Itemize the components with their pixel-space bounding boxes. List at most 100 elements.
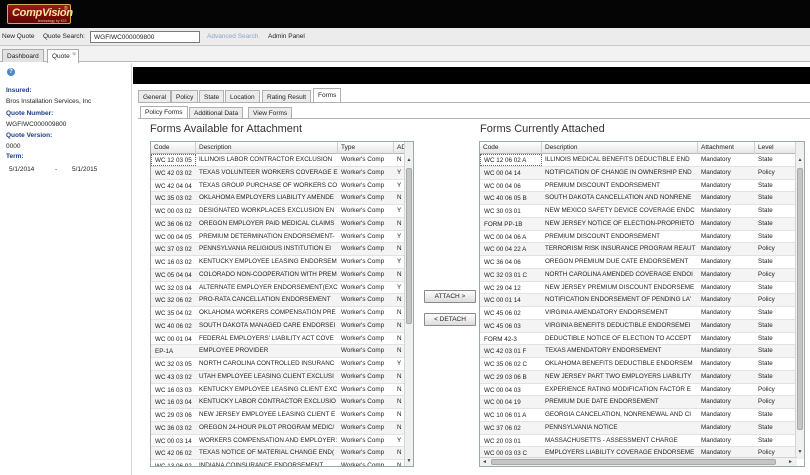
quote-search-input[interactable]	[90, 31, 200, 43]
table-row[interactable]: WC 37 06 02 PENNSYLVANIA NOTICE Mandatory S…	[480, 421, 797, 435]
cell-description: COLORADO NON-COOPERATION WITH PREM	[199, 270, 337, 278]
quote-number-value: WGFIWC000009800	[6, 121, 67, 128]
tab-forms[interactable]: Forms	[313, 88, 342, 102]
scroll-down-icon[interactable]: ▼	[405, 457, 413, 466]
scroll-up-icon[interactable]: ▲	[405, 156, 413, 165]
table-row[interactable]: WC 36 06 02 OREGON EMPLOYER PAID MEDICAL …	[151, 217, 406, 231]
quote-version-value: 0000	[6, 143, 21, 150]
cell-type: Worker's Comp	[341, 347, 385, 355]
column-header-description[interactable]: Description	[542, 142, 698, 154]
table-row[interactable]: WC 32 03 05 NORTH CAROLINA CONTROLLED INS…	[151, 358, 406, 371]
scroll-left-icon[interactable]: ◄	[480, 458, 489, 466]
scroll-up-icon[interactable]: ▲	[796, 156, 804, 165]
cell-description: WORKERS COMPENSATION AND EMPLOYER:	[199, 436, 338, 444]
table-row[interactable]: WC 40 06 02 SOUTH DAKOTA MANAGED CARE END…	[151, 319, 406, 333]
cell-level: State	[758, 436, 773, 444]
cell-description: DESIGNATED WORKPLACES EXCLUSION EN	[199, 207, 335, 214]
detach-button[interactable]: < DETACH	[424, 313, 476, 326]
cell-code: WC 29 03 06	[155, 412, 192, 419]
scroll-thumb[interactable]	[406, 168, 412, 324]
cell-code: WC 16 03 04	[155, 399, 192, 407]
help-icon[interactable]: ?	[7, 68, 15, 76]
attached-grid-body: WC 12 06 02 A ILLINOIS MEDICAL BENEFITS D…	[480, 154, 797, 460]
table-row[interactable]: WC 12 06 02 A ILLINOIS MEDICAL BENEFITS D…	[480, 154, 797, 167]
column-header-code[interactable]: Code	[151, 142, 196, 154]
scroll-down-icon[interactable]: ▼	[796, 448, 804, 457]
table-row[interactable]: WC 42 04 04 TEXAS GROUP PURCHASE OF WORKE…	[151, 180, 406, 193]
table-row[interactable]: WC 32 03 01 C NORTH CAROLINA AMENDED COVE…	[480, 268, 797, 282]
available-grid-scrollbar[interactable]: ▲ ▼	[404, 142, 413, 466]
table-row[interactable]: WC 00 04 19 PREMIUM DUE DATE ENDORSEMENT M…	[480, 396, 797, 409]
column-header-code[interactable]: Code	[480, 142, 542, 154]
table-row[interactable]: WC 40 06 05 B SOUTH DAKOTA CANCELLATION A…	[480, 192, 797, 205]
column-header-type[interactable]: Type	[338, 142, 394, 154]
table-row[interactable]: WC 36 04 06 OREGON PREMIUM DUE CATE ENDOR…	[480, 256, 797, 269]
table-row[interactable]: WC 45 06 03 VIRGINIA BENEFITS DEDUCTIBLE …	[480, 319, 797, 333]
new-quote-link[interactable]: New Quote	[2, 33, 35, 40]
cell-code: WC 20 03 01	[484, 437, 521, 445]
table-row[interactable]: EP-1A EMPLOYEE PROVIDER Worker's Comp N	[151, 345, 406, 358]
table-row[interactable]: WC 13 06 02 INDIANA COINSURANCE ENDORSEME…	[151, 460, 406, 467]
cell-code: WC 00 03 02	[155, 208, 192, 215]
table-row[interactable]: WC 42 03 01 F TEXAS AMENDATORY ENDORSEMEN…	[480, 345, 797, 358]
attached-grid-scrollbar[interactable]: ▲ ▼	[795, 142, 804, 459]
cell-code: WC 10 06 01 A	[484, 412, 527, 419]
table-row[interactable]: WC 35 03 02 OKLAHOMA EMPLOYERS LIABILITY …	[151, 192, 406, 205]
cell-code: WC 32 06 02	[155, 297, 192, 305]
table-row[interactable]: WC 00 01 04 FEDERAL EMPLOYERS' LIABILITY …	[151, 333, 406, 346]
table-row[interactable]: WC 42 06 02 TEXAS NOTICE OF MATERIAL CHAN…	[151, 447, 406, 460]
table-row[interactable]: WC 37 03 02 PENNSYLVANIA RELIGIOUS INSTIT…	[151, 243, 406, 256]
cell-description: ILLINOIS LABOR CONTRACTOR EXCLUSION	[199, 156, 333, 163]
table-row[interactable]: WC 00 04 03 EXPERIENCE RATING MODIFICATIO…	[480, 384, 797, 397]
cell-level: State	[758, 411, 773, 418]
column-header-attachment[interactable]: Attachment	[698, 142, 755, 154]
table-row[interactable]: WC 16 03 04 KENTUCKY LABOR CONTRACTOR EXC…	[151, 396, 406, 409]
table-row[interactable]: WC 05 04 04 COLORADO NON-COOPERATION WITH…	[151, 268, 406, 282]
scroll-right-icon[interactable]: ►	[786, 458, 795, 466]
table-row[interactable]: WC 32 06 02 PRO-RATA CANCELLATION ENDORSE…	[151, 294, 406, 307]
table-row[interactable]: WC 42 03 02 TEXAS VOLUNTEER WORKERS COVER…	[151, 166, 406, 180]
table-row[interactable]: WC 29 03 06 NEW JERSEY EMPLOYEE LEASING C…	[151, 409, 406, 422]
table-row[interactable]: WC 00 04 22 A TERRORISM RISK INSURANCE PR…	[480, 243, 797, 256]
table-row[interactable]: WC 29 04 12 NEW JERSEY PREMIUM DISCOUNT E…	[480, 282, 797, 295]
table-row[interactable]: WC 00 04 06 A PREMIUM DISCOUNT ENDORSEMEN…	[480, 231, 797, 244]
table-row[interactable]: WC 12 03 05 ILLINOIS LABOR CONTRACTOR EXC…	[151, 154, 406, 167]
cell-description: INDIANA COINSURANCE ENDORSEMENT	[199, 462, 324, 467]
hscroll-thumb[interactable]	[491, 459, 776, 465]
attached-grid-hscrollbar[interactable]: ◄ ►	[480, 457, 797, 466]
tab-quote[interactable]: Quote ⊗	[47, 49, 79, 63]
table-row[interactable]: WC 29 03 06 B NEW JERSEY PART TWO EMPLOYE…	[480, 370, 797, 384]
advanced-search-link[interactable]: Advanced Search	[207, 33, 258, 40]
table-row[interactable]: WC 00 03 02 DESIGNATED WORKPLACES EXCLUSI…	[151, 205, 406, 218]
tab-dashboard[interactable]: Dashboard	[2, 49, 44, 62]
scroll-thumb[interactable]	[797, 168, 803, 430]
table-row[interactable]: WC 00 04 05 PREMIUM DETERMINATION ENDORSE…	[151, 231, 406, 244]
table-row[interactable]: WC 00 04 06 PREMIUM DISCOUNT ENDORSEMENT M…	[480, 180, 797, 193]
table-row[interactable]: WC 10 06 01 A GEORGIA CANCELATION, NONREN…	[480, 409, 797, 422]
table-row[interactable]: WC 16 03 02 KENTUCKY EMPLOYEE LEASING END…	[151, 256, 406, 269]
table-row[interactable]: WC 32 03 04 ALTERNATE EMPLOYER ENDORSEMEN…	[151, 282, 406, 295]
table-row[interactable]: WC 35 06 02 C OKLAHOMA BENEFITS DEDUCTIBL…	[480, 358, 797, 371]
cell-code: WC 43 03 02	[155, 373, 192, 381]
table-row[interactable]: WC 00 04 14 NOTIFICATION OF CHANGE IN OWN…	[480, 166, 797, 180]
cell-level: State	[758, 181, 773, 189]
table-row[interactable]: FORM 42-3 DEDUCTIBLE NOTICE OF ELECTION T…	[480, 333, 797, 346]
attach-button[interactable]: ATTACH >	[424, 290, 476, 303]
close-tab-icon[interactable]: ⊗	[72, 51, 76, 57]
table-row[interactable]: WC 30 03 01 NEW MEXICO SAFETY DEVICE COVE…	[480, 205, 797, 218]
table-row[interactable]: WC 20 03 01 MASSACHUSETTS - ASSESSMENT CH…	[480, 435, 797, 448]
cell-code: WC 00 04 22 A	[484, 246, 527, 254]
table-row[interactable]: WC 00 03 14 WORKERS COMPENSATION AND EMPL…	[151, 435, 406, 448]
quote-version-label: Quote Version:	[6, 132, 53, 139]
column-header-level[interactable]: Level	[755, 142, 797, 154]
column-header-description[interactable]: Description	[196, 142, 338, 154]
table-row[interactable]: WC 16 03 03 KENTUCKY EMPLOYEE LEASING CLI…	[151, 384, 406, 397]
table-row[interactable]: WC 36 03 02 OREGON 24-HOUR PILOT PROGRAM …	[151, 421, 406, 435]
table-row[interactable]: WC 35 04 02 OKLAHOMA WORKERS COMPENSATION…	[151, 307, 406, 320]
table-row[interactable]: WC 45 06 02 VIRGINIA AMENDATORY ENDORSEME…	[480, 307, 797, 320]
table-row[interactable]: WC 00 01 14 NOTIFICATION ENDORSEMENT OF P…	[480, 294, 797, 307]
table-row[interactable]: FORM PP-1B NEW JERSEY NOTICE OF ELECTION-…	[480, 217, 797, 231]
admin-panel-link[interactable]: Admin Panel	[268, 33, 305, 40]
cell-description: ALTERNATE EMPLOYER ENDORSEMENT(EXC	[199, 283, 338, 291]
table-row[interactable]: WC 43 03 02 UTAH EMPLOYEE LEASING CLIENT …	[151, 370, 406, 384]
